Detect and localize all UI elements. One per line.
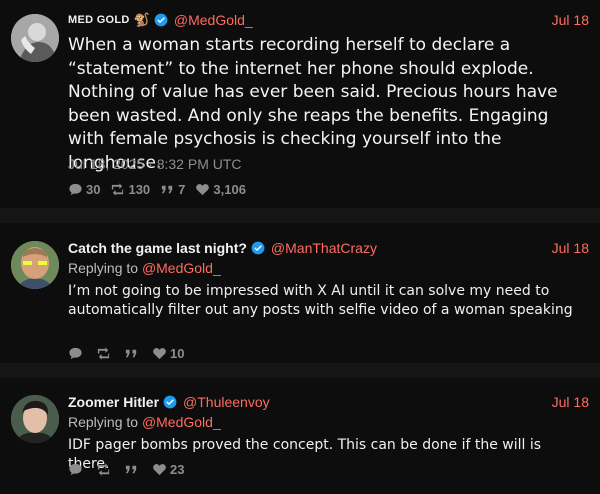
like-stat[interactable]: 23 xyxy=(152,462,184,477)
like-count: 23 xyxy=(170,461,185,477)
replying-to-link[interactable]: @MedGold_ xyxy=(142,260,221,276)
like-count: 10 xyxy=(170,345,185,361)
replying-to-link[interactable]: @MedGold_ xyxy=(142,414,221,430)
reply-stat[interactable] xyxy=(68,462,86,477)
avatar-image xyxy=(11,395,59,443)
reply-tweet: Zoomer Hitler @Thuleenvoy Jul 18 Replyin… xyxy=(0,378,600,494)
tweet-header: Catch the game last night? @ManThatCrazy… xyxy=(68,238,589,258)
tweet-date-link[interactable]: Jul 18 xyxy=(552,12,589,28)
tweet-header: Zoomer Hitler @Thuleenvoy Jul 18 xyxy=(68,392,589,412)
quote-icon xyxy=(162,185,173,194)
display-name[interactable]: Catch the game last night? xyxy=(68,240,247,256)
retweet-icon xyxy=(112,183,124,196)
quote-stat[interactable]: 7 xyxy=(160,182,185,197)
retweet-stat[interactable] xyxy=(96,462,114,477)
retweet-stat[interactable] xyxy=(96,346,114,361)
retweet-icon xyxy=(97,347,110,360)
tweet-text: I’m not going to be impressed with X AI … xyxy=(68,283,573,318)
username-link[interactable]: @ManThatCrazy xyxy=(271,240,377,256)
comment-icon xyxy=(69,347,82,360)
heart-icon xyxy=(196,184,210,196)
comment-icon xyxy=(69,183,82,196)
quote-count: 7 xyxy=(178,181,186,197)
avatar-image xyxy=(11,241,59,289)
like-stat[interactable]: 3,106 xyxy=(195,182,246,197)
username-link[interactable]: @MedGold_ xyxy=(174,12,253,28)
avatar[interactable] xyxy=(11,395,59,443)
verified-badge-icon xyxy=(163,395,177,409)
reply-tweet: Catch the game last night? @ManThatCrazy… xyxy=(0,223,600,363)
tweet-text: When a woman starts recording herself to… xyxy=(68,35,558,173)
reply-stat[interactable]: 30 xyxy=(68,182,100,197)
replying-label: Replying to xyxy=(68,260,139,276)
display-name[interactable]: MED GOLD xyxy=(68,14,130,26)
replying-to: Replying to @MedGold_ xyxy=(68,414,221,430)
reply-stat[interactable] xyxy=(68,346,86,361)
quote-icon xyxy=(125,465,137,474)
verified-badge-icon xyxy=(251,241,265,255)
reply-count: 30 xyxy=(86,181,101,197)
monkey-emoji: 🐒 xyxy=(133,12,150,28)
verified-badge-icon xyxy=(154,13,168,27)
tweet-stats: 10 xyxy=(68,346,194,361)
main-tweet: MED GOLD 🐒 @MedGold_ Jul 18 When a woman… xyxy=(0,0,600,208)
heart-icon xyxy=(153,348,166,360)
tweet-timestamp[interactable]: Jul 18, 2025 · 8:32 PM UTC xyxy=(68,156,242,172)
tweet-stats: 23 xyxy=(68,462,194,477)
quote-stat[interactable] xyxy=(124,462,142,477)
display-name[interactable]: Zoomer Hitler xyxy=(68,394,159,410)
retweet-stat[interactable]: 130 xyxy=(110,182,150,197)
quote-stat[interactable] xyxy=(124,346,142,361)
quote-icon xyxy=(125,349,137,358)
avatar[interactable] xyxy=(11,14,59,62)
tweet-stats: 30 130 7 3,106 xyxy=(68,182,256,197)
tweet-date-link[interactable]: Jul 18 xyxy=(552,394,589,410)
like-count: 3,106 xyxy=(213,181,246,197)
tweet-date-link[interactable]: Jul 18 xyxy=(552,240,589,256)
heart-icon xyxy=(153,464,166,476)
retweet-count: 130 xyxy=(128,181,151,197)
replying-to: Replying to @MedGold_ xyxy=(68,260,221,276)
replying-label: Replying to xyxy=(68,414,139,430)
like-stat[interactable]: 10 xyxy=(152,346,184,361)
retweet-icon xyxy=(97,463,110,476)
username-link[interactable]: @Thuleenvoy xyxy=(183,394,270,410)
avatar[interactable] xyxy=(11,241,59,289)
comment-icon xyxy=(69,463,82,476)
avatar-image xyxy=(11,14,59,62)
tweet-header: MED GOLD 🐒 @MedGold_ Jul 18 xyxy=(68,10,589,30)
